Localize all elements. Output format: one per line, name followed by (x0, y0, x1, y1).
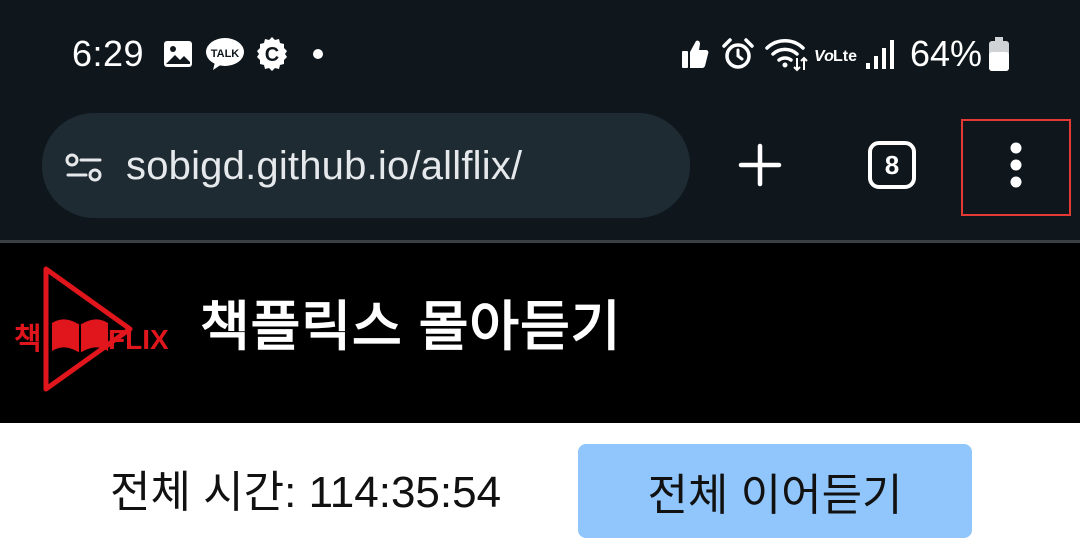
signal-icon (862, 34, 898, 74)
total-time-label: 전체 시간: 114:35:54 (110, 468, 502, 517)
wifi-icon (765, 34, 809, 74)
battery-percentage: 64% (910, 33, 983, 74)
status-bar: 6:29 TALK C Vo Lte 64% (0, 0, 1080, 110)
site-settings-icon[interactable] (62, 145, 106, 189)
logo-text-left: 책 (14, 322, 42, 357)
url-bar[interactable]: sobigd.github.io/allflix/ (42, 113, 690, 218)
tab-count: 8 (885, 150, 899, 180)
c-app-icon: C (254, 34, 290, 74)
content-area: 전체 시간: 114:35:54 전체 이어듣기 (0, 423, 1080, 545)
url-text[interactable]: sobigd.github.io/allflix/ (126, 143, 522, 189)
svg-text:Vo: Vo (814, 48, 834, 65)
status-time: 6:29 (72, 33, 145, 74)
page-header: 책 FLIX 책플릭스 몰아듣기 (0, 243, 1080, 423)
kakaotalk-label: TALK (211, 48, 240, 60)
new-tab-plus-icon[interactable] (730, 135, 790, 195)
gallery-icon (160, 34, 196, 74)
page-title: 책플릭스 몰아듣기 (200, 297, 622, 357)
more-menu-button[interactable] (961, 119, 1071, 216)
browser-toolbar: sobigd.github.io/allflix/ 8 (0, 110, 1080, 240)
tab-switcher-icon[interactable]: 8 (862, 135, 922, 195)
more-menu-icon (1009, 141, 1023, 194)
volte-icon: Vo Lte (813, 34, 859, 74)
thumbs-up-icon (678, 34, 712, 74)
c-app-label: C (265, 44, 279, 66)
kakaotalk-icon: TALK (205, 34, 245, 74)
resume-all-button[interactable]: 전체 이어듣기 (578, 444, 972, 538)
svg-text:Lte: Lte (833, 48, 857, 65)
alarm-icon (720, 34, 756, 74)
more-notifications-dot-icon (310, 34, 326, 74)
logo-text-right: FLIX (108, 324, 169, 355)
battery-icon (985, 34, 1013, 74)
chackflix-logo[interactable]: 책 FLIX (12, 265, 172, 393)
